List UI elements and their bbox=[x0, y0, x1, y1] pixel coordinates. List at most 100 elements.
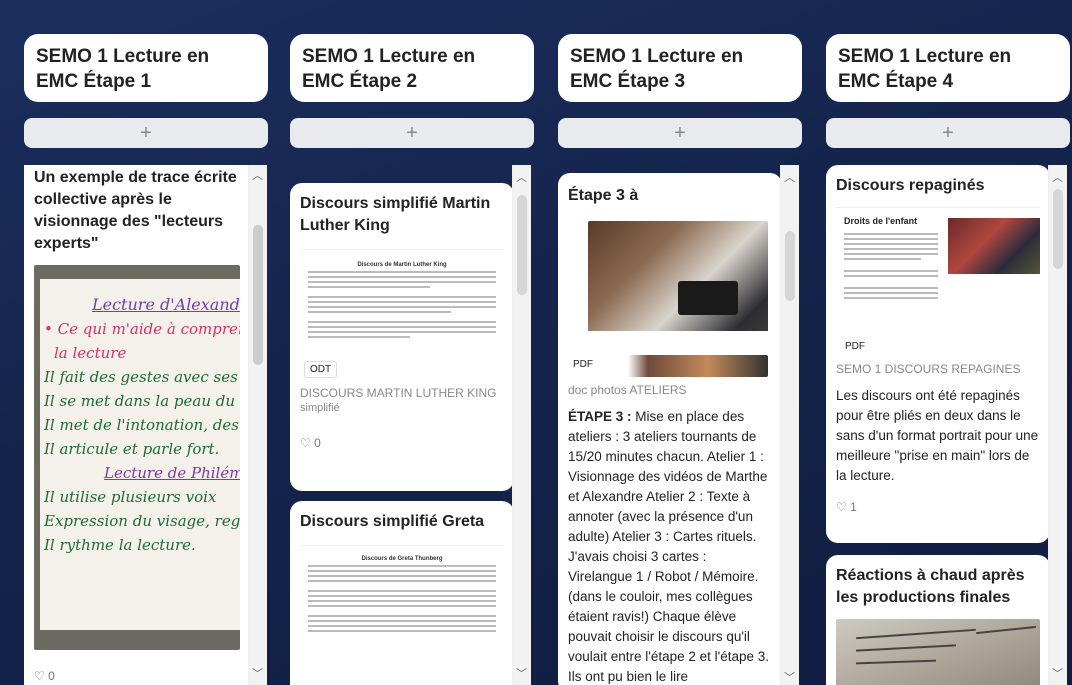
scrollbar-thumb[interactable] bbox=[253, 225, 263, 365]
text-line bbox=[308, 326, 496, 328]
speaker-photo bbox=[948, 218, 1040, 274]
text-line bbox=[308, 281, 496, 283]
file-type-badge: PDF bbox=[840, 339, 870, 354]
document-preview[interactable]: Discours de Martin Luther King ODT bbox=[300, 249, 504, 380]
document-heading: Discours de Greta Thunberg bbox=[361, 556, 443, 562]
post-title: Discours repaginés bbox=[836, 177, 985, 194]
text-line bbox=[844, 287, 938, 289]
attachment-title[interactable]: SEMO 1 DISCOURS REPAGINES bbox=[826, 356, 1050, 378]
workshop-photo[interactable] bbox=[588, 221, 768, 361]
chevron-up-icon[interactable]: ︿ bbox=[516, 169, 527, 185]
scribble bbox=[856, 628, 976, 640]
column-title[interactable]: SEMO 1 Lecture en EMC Étape 1 bbox=[24, 34, 268, 102]
document-preview[interactable]: Droits de l'enfant PDF bbox=[836, 207, 1040, 356]
text-line bbox=[308, 311, 451, 313]
scribble bbox=[855, 659, 937, 665]
text-line bbox=[308, 605, 496, 607]
workshop-photo-2[interactable]: PDF bbox=[568, 355, 768, 377]
document-heading: Discours de Martin Luther King bbox=[357, 262, 447, 268]
post-card[interactable]: Discours simplifié Martin Luther King Di… bbox=[290, 183, 514, 491]
text-line bbox=[308, 620, 496, 622]
text-line bbox=[844, 238, 938, 240]
whiteboard-photo[interactable]: Lecture d'Alexandre • Ce qui m'aide à co… bbox=[34, 265, 240, 650]
column-title[interactable]: SEMO 1 Lecture en EMC Étape 4 bbox=[826, 34, 1070, 102]
text-line bbox=[308, 296, 496, 298]
document-preview[interactable]: Discours de Greta Thunberg bbox=[300, 545, 504, 685]
column-etape-1: SEMO 1 Lecture en EMC Étape 1 + Un exemp… bbox=[24, 0, 272, 685]
chevron-up-icon[interactable]: ︿ bbox=[252, 167, 263, 183]
post-card[interactable]: Réactions à chaud après les productions … bbox=[826, 555, 1050, 685]
chevron-down-icon[interactable]: ﹀ bbox=[784, 669, 795, 685]
attachment-title[interactable]: doc photos ATELIERS bbox=[558, 377, 782, 397]
column-scrollbar[interactable]: ︿ ﹀ bbox=[248, 165, 267, 685]
text-line bbox=[844, 270, 938, 272]
text-line bbox=[308, 580, 496, 582]
chevron-down-icon[interactable]: ﹀ bbox=[252, 665, 263, 681]
text-line bbox=[308, 286, 431, 288]
text-line bbox=[308, 276, 496, 278]
text-line bbox=[308, 625, 496, 627]
add-post-button[interactable]: + bbox=[826, 118, 1070, 148]
text-line bbox=[308, 336, 410, 338]
column-scroll-area[interactable]: Étape 3 à PDF doc photos ATELIERS ÉTAPE … bbox=[558, 165, 806, 685]
text-line bbox=[308, 321, 496, 323]
post-title: Un exemple de trace écrite collective ap… bbox=[34, 169, 237, 252]
column-title[interactable]: SEMO 1 Lecture en EMC Étape 3 bbox=[558, 34, 802, 102]
column-title[interactable]: SEMO 1 Lecture en EMC Étape 2 bbox=[290, 34, 534, 102]
like-count[interactable]: ♡ 0 bbox=[290, 414, 514, 456]
text-line bbox=[308, 630, 496, 632]
handwritten-photo[interactable] bbox=[836, 619, 1040, 685]
scrollbar-thumb[interactable] bbox=[1053, 189, 1063, 269]
board-line: Lecture d'Alexandre bbox=[92, 295, 240, 314]
text-line bbox=[844, 253, 938, 255]
column-scrollbar[interactable]: ︿ ﹀ bbox=[512, 165, 531, 685]
text-line bbox=[844, 243, 938, 245]
post-title: Discours simplifié Martin Luther King bbox=[300, 195, 491, 234]
attachment-subtitle: simplifié bbox=[300, 402, 340, 414]
text-line bbox=[308, 331, 496, 333]
post-card[interactable]: Discours simplifié Greta Discours de Gre… bbox=[290, 501, 514, 685]
text-line bbox=[308, 595, 496, 597]
laptop bbox=[678, 281, 738, 315]
like-count[interactable]: ♡ 1 bbox=[826, 492, 1050, 520]
text-line bbox=[308, 590, 496, 592]
column-scroll-area[interactable]: Un exemple de trace écrite collective ap… bbox=[24, 165, 272, 685]
text-line bbox=[308, 271, 496, 273]
post-card[interactable]: Discours repaginés Droits de l'enfant PD… bbox=[826, 165, 1050, 543]
scrollbar-thumb[interactable] bbox=[517, 195, 527, 295]
column-etape-4: SEMO 1 Lecture en EMC Étape 4 + Discours… bbox=[826, 0, 1072, 685]
post-title: Discours simplifié Greta bbox=[300, 513, 485, 530]
add-post-button[interactable]: + bbox=[24, 118, 268, 148]
text-line bbox=[844, 297, 938, 299]
post-body: Les discours ont été repaginés pour être… bbox=[836, 388, 1039, 483]
chevron-down-icon[interactable]: ﹀ bbox=[516, 665, 527, 681]
whiteboard: Lecture d'Alexandre • Ce qui m'aide à co… bbox=[40, 279, 240, 630]
document-heading: Droits de l'enfant bbox=[844, 216, 918, 226]
add-post-button[interactable]: + bbox=[290, 118, 534, 148]
attachment-title[interactable]: DISCOURS MARTIN LUTHER KING bbox=[290, 380, 514, 402]
add-post-button[interactable]: + bbox=[558, 118, 802, 148]
board-line: Il se met dans la peau du perso bbox=[44, 392, 240, 410]
post-card[interactable]: Étape 3 à PDF doc photos ATELIERS ÉTAPE … bbox=[558, 173, 782, 685]
file-type-badge: PDF bbox=[568, 357, 598, 372]
like-count[interactable]: ♡ 0 bbox=[24, 663, 65, 685]
post-title: Étape 3 à bbox=[568, 187, 639, 204]
text-line bbox=[308, 565, 496, 567]
column-scroll-area[interactable]: Discours repaginés Droits de l'enfant PD… bbox=[826, 165, 1072, 685]
chevron-up-icon[interactable]: ︿ bbox=[1052, 169, 1063, 185]
post-card[interactable]: Un exemple de trace écrite collective ap… bbox=[24, 165, 250, 685]
chevron-down-icon[interactable]: ﹀ bbox=[1052, 665, 1063, 681]
column-scrollbar[interactable]: ︿ ﹀ bbox=[780, 165, 799, 685]
board-line: Lecture de Philémon bbox=[104, 464, 240, 482]
column-scrollbar[interactable]: ︿ ﹀ bbox=[1048, 165, 1067, 685]
text-line bbox=[844, 258, 921, 260]
text-line bbox=[844, 292, 938, 294]
text-line bbox=[308, 306, 496, 308]
column-scroll-area[interactable]: Discours simplifié Martin Luther King Di… bbox=[290, 165, 538, 685]
chevron-up-icon[interactable]: ︿ bbox=[784, 169, 795, 185]
board-line: Il fait des gestes avec ses mains bbox=[44, 368, 240, 386]
board-line: Il articule et parle fort. bbox=[44, 440, 220, 458]
board-line: la lecture bbox=[54, 344, 127, 362]
scrollbar-thumb[interactable] bbox=[785, 231, 795, 301]
column-etape-3: SEMO 1 Lecture en EMC Étape 3 + Étape 3 … bbox=[558, 0, 806, 685]
